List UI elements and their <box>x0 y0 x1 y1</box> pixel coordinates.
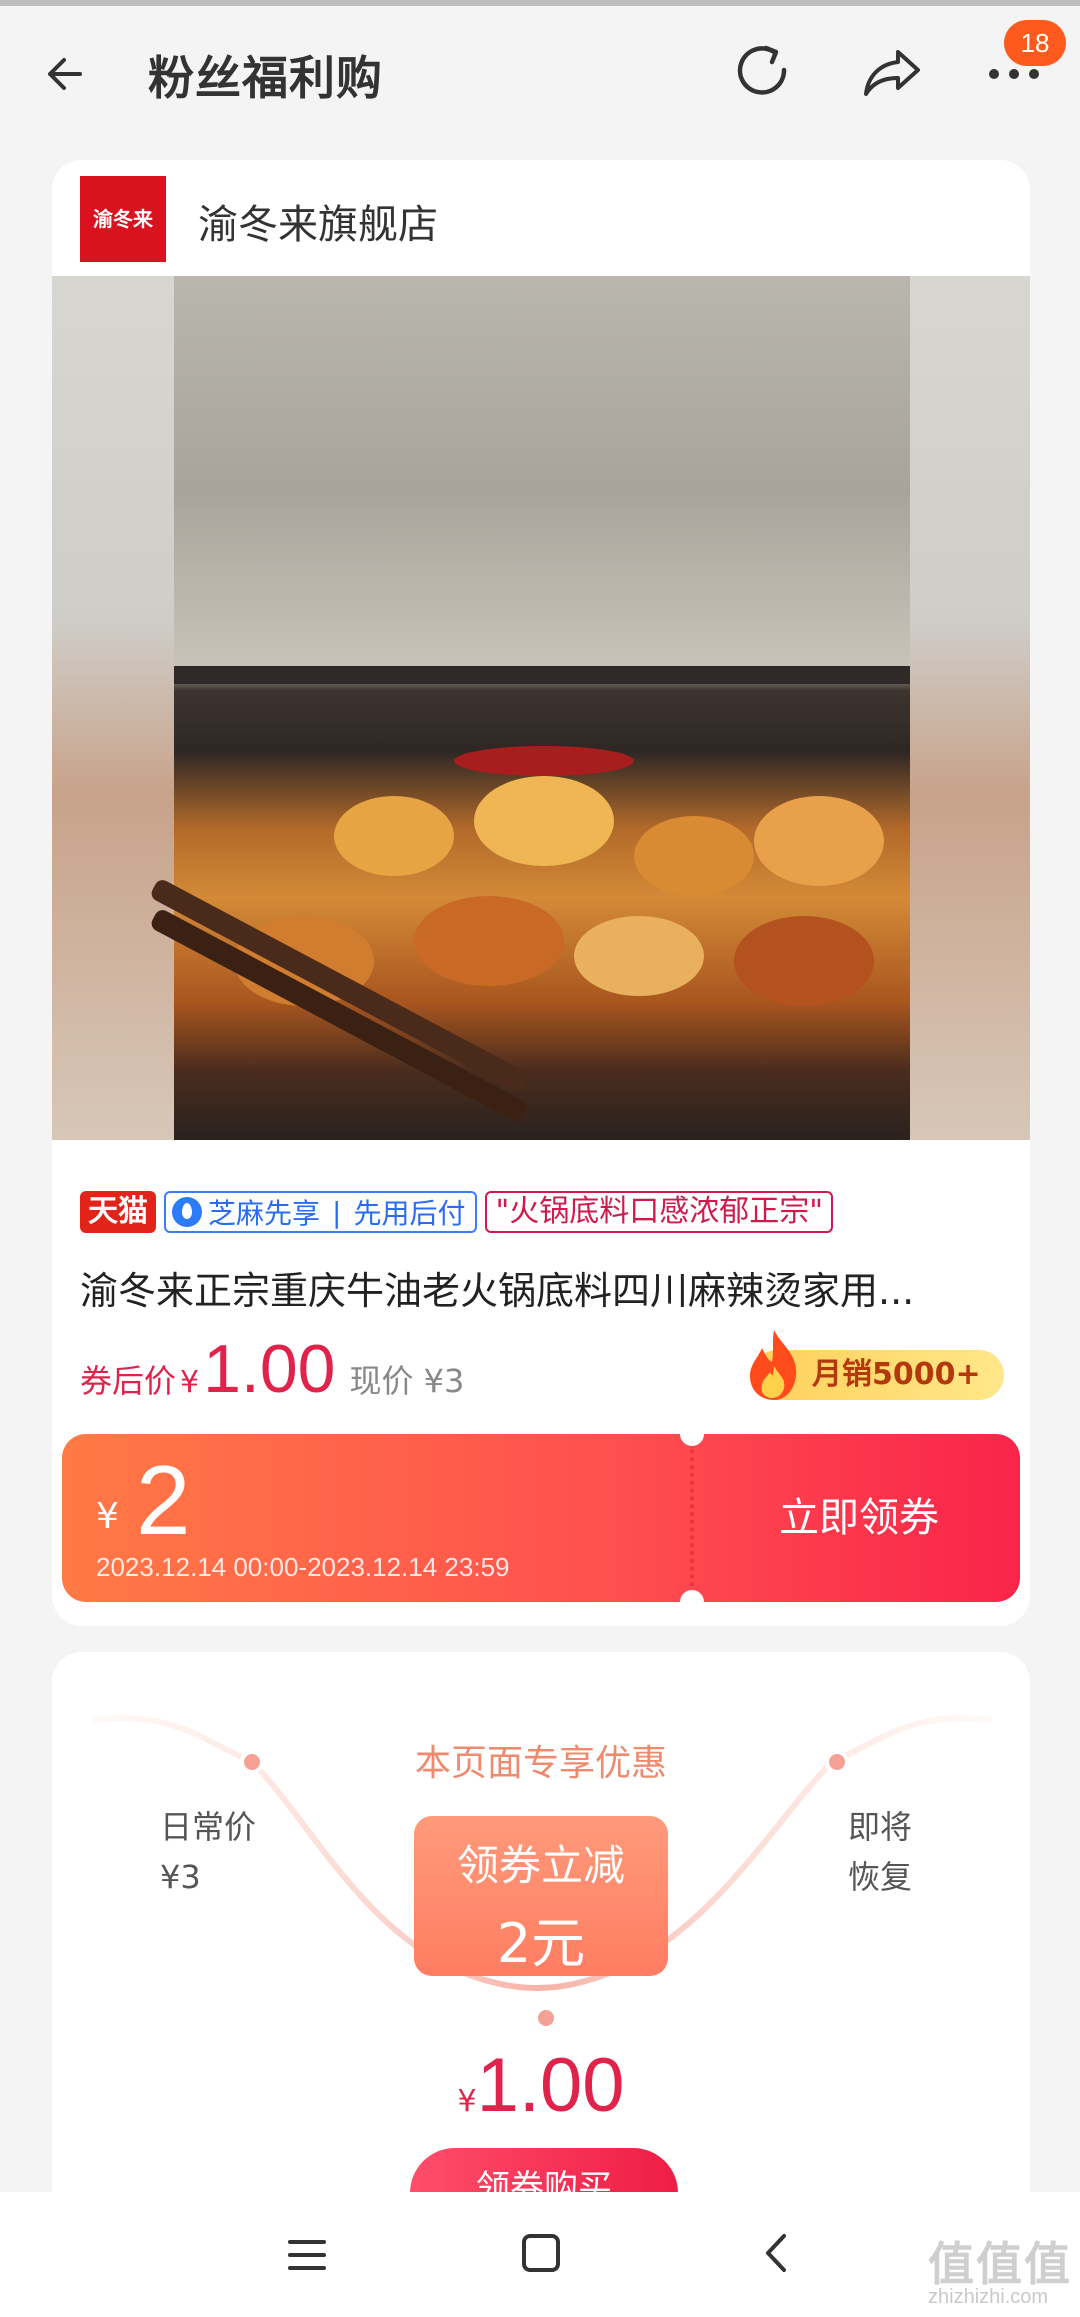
restore-label-line2: 恢复 <box>848 1858 913 1896</box>
deal-line2: 2元 <box>496 1912 586 1975</box>
coupon-amount: 2 <box>136 1445 191 1555</box>
tag-row: 天猫 芝麻先享 | 先用后付 "火锅底料口感浓郁正宗" <box>80 1190 834 1234</box>
chevron-left-icon <box>766 2234 786 2272</box>
credit-tag: 芝麻先享 | 先用后付 <box>164 1191 478 1233</box>
share-icon <box>864 50 920 96</box>
product-title[interactable]: 渝冬来正宗重庆牛油老火锅底料四川麻辣烫家用... <box>80 1260 1000 1315</box>
credit-tag-label-b: 先用后付 <box>353 1197 466 1230</box>
credit-tag-separator: | <box>332 1195 342 1229</box>
watermark-sub: zhizhizhi.com <box>928 2286 1049 2308</box>
notification-badge: 18 <box>1004 20 1066 66</box>
flame-icon <box>750 1330 797 1400</box>
after-coupon-price: 1.00 <box>203 1331 336 1407</box>
promo-card: 本页面专享优惠 日常价 ¥3 即将 恢复 领券立减 2元 ¥1.00 领券购买 <box>52 1652 1030 2212</box>
share-button[interactable] <box>858 40 926 104</box>
nav-back-button[interactable] <box>752 2228 802 2278</box>
video-frame <box>148 276 910 1140</box>
water-drop-icon <box>172 1197 202 1227</box>
regular-price-caption: 日常价 <box>160 1808 257 1846</box>
product-card[interactable]: 渝冬来 渝冬来旗舰店 天猫 芝麻先享 | 先用后付 "火锅底料口感浓郁正宗" 渝… <box>52 160 1030 1626</box>
refresh-icon <box>737 45 787 95</box>
final-price: ¥1.00 <box>52 2042 1030 2129</box>
promo-title: 本页面专享优惠 <box>414 1743 667 1784</box>
deal-highlight: 领券立减 2元 <box>414 1816 668 1976</box>
deal-line1: 领券立减 <box>456 1841 625 1890</box>
after-coupon-label: 券后价 <box>80 1362 177 1400</box>
restore-label-line1: 即将 <box>848 1808 913 1846</box>
current-price: 现价 ¥3 <box>349 1362 465 1400</box>
top-bar: 粉丝福利购 18 <box>0 6 1080 134</box>
coupon-validity: 2023.12.14 00:00-2023.12.14 23:59 <box>96 1552 510 1582</box>
back-button[interactable] <box>40 44 100 104</box>
restore-label: 即将 恢复 <box>848 1802 912 1902</box>
recents-button[interactable] <box>282 2230 332 2280</box>
arrow-left-icon <box>48 58 82 90</box>
slogan-tag: "火锅底料口感浓郁正宗" <box>485 1191 834 1233</box>
coupon-currency: ¥ <box>96 1496 119 1537</box>
coupon-banner[interactable]: ¥ 2 2023.12.14 00:00-2023.12.14 23:59 立即… <box>62 1434 1020 1602</box>
regular-price-label: 日常价 ¥3 <box>160 1802 256 1902</box>
credit-tag-label-a: 芝麻先享 <box>208 1197 321 1230</box>
price-row: 券后价 ¥ 1.00 现价 ¥3 <box>80 1330 464 1410</box>
final-currency: ¥ <box>457 2084 477 2119</box>
tmall-tag: 天猫 <box>80 1191 156 1233</box>
home-button[interactable] <box>516 2228 566 2278</box>
menu-icon <box>288 2240 326 2270</box>
coupon-divider <box>690 1434 694 1602</box>
claim-coupon-button[interactable]: 立即领券 <box>698 1434 1020 1602</box>
system-nav-bar <box>0 2192 1080 2317</box>
regular-price-value: ¥3 <box>160 1858 201 1896</box>
product-video[interactable] <box>52 276 1030 1140</box>
refresh-button[interactable] <box>732 40 796 104</box>
page-title: 粉丝福利购 <box>148 51 383 105</box>
store-name: 渝冬来旗舰店 <box>198 202 438 248</box>
store-logo: 渝冬来 <box>80 176 166 262</box>
currency-symbol: ¥ <box>180 1365 200 1400</box>
final-price-value: 1.00 <box>476 2043 625 2128</box>
store-header[interactable]: 渝冬来 渝冬来旗舰店 <box>52 160 1030 276</box>
home-square-icon <box>522 2234 560 2272</box>
watermark: 值值值 <box>928 2237 1072 2291</box>
